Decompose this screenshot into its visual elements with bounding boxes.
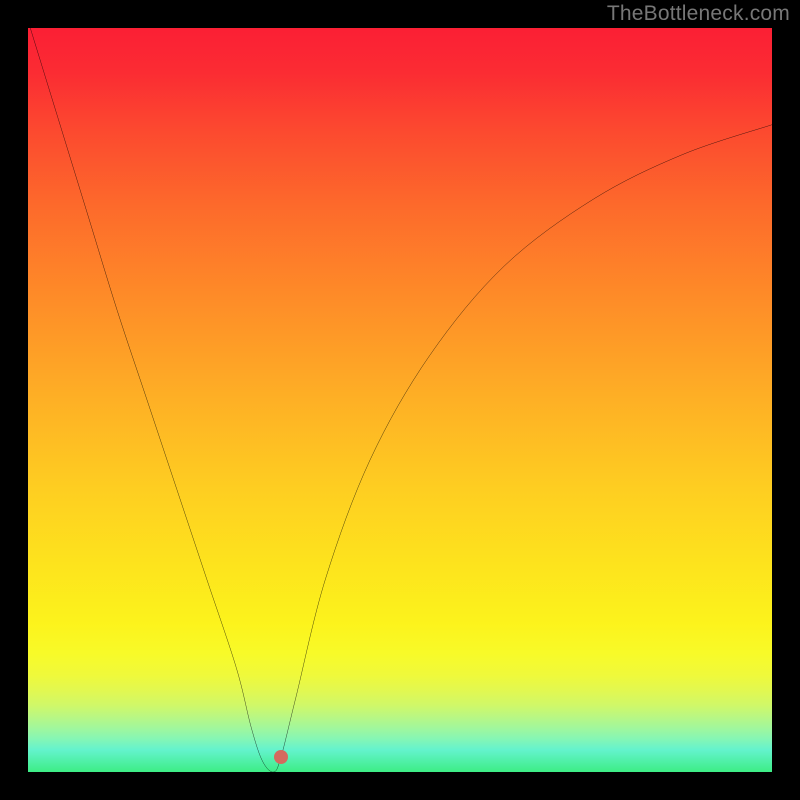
bottleneck-curve bbox=[28, 28, 772, 772]
chart-frame: TheBottleneck.com bbox=[0, 0, 800, 800]
minimum-marker-dot bbox=[274, 750, 288, 764]
watermark-text: TheBottleneck.com bbox=[607, 2, 790, 26]
curve-path bbox=[28, 28, 772, 772]
plot-area bbox=[28, 28, 772, 772]
